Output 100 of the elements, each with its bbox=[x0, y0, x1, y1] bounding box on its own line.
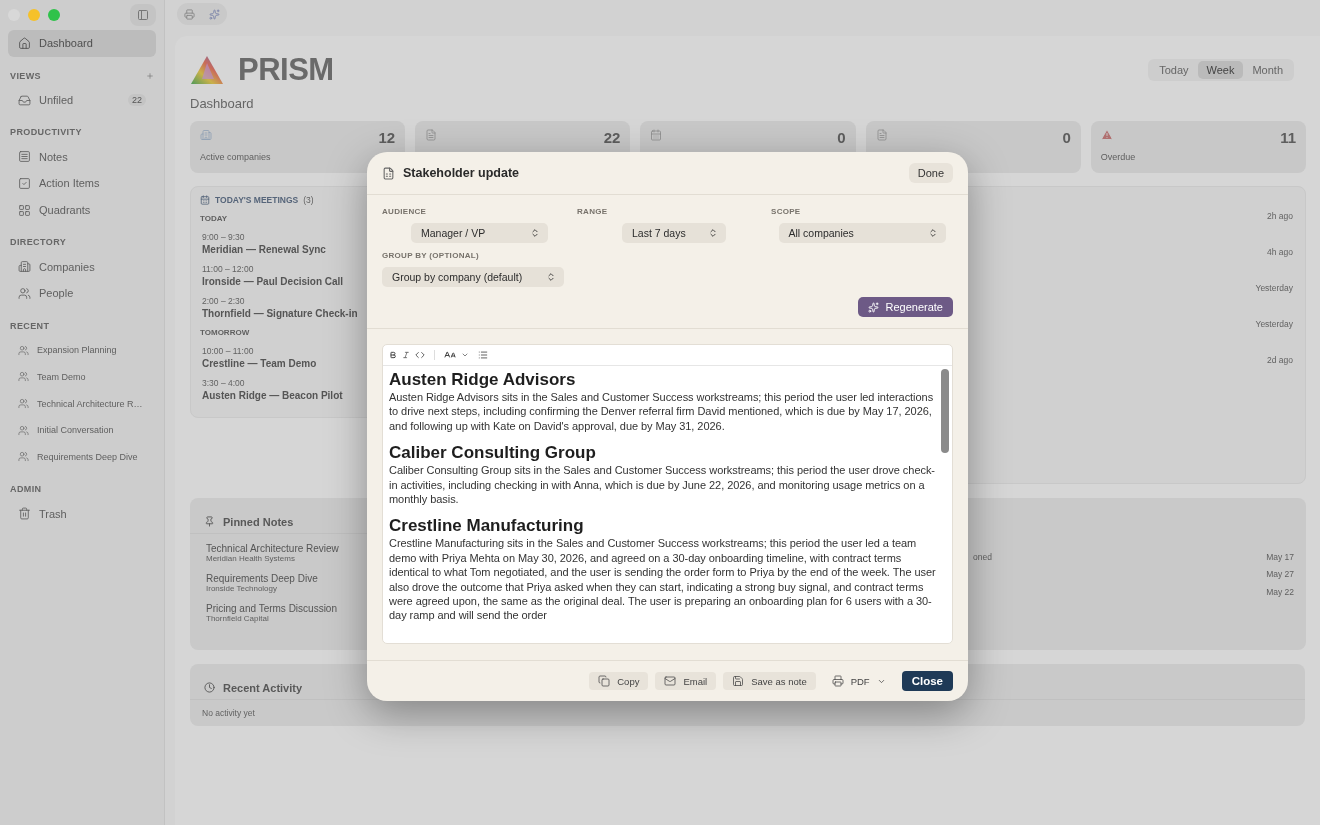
done-button[interactable]: Done bbox=[908, 163, 953, 183]
card-title: TODAY'S MEETINGS bbox=[215, 195, 299, 205]
people-icon bbox=[18, 451, 29, 463]
field-label: AUDIENCE bbox=[382, 207, 427, 216]
sidebar-item[interactable]: Action Items bbox=[8, 170, 156, 197]
action-button[interactable]: Copy bbox=[589, 672, 649, 690]
italic-icon[interactable] bbox=[402, 351, 410, 359]
activity-time: 2h ago bbox=[1267, 211, 1293, 221]
meeting-title[interactable]: Meridian — Renewal Sync bbox=[202, 244, 326, 255]
section-heading: VIEWS bbox=[10, 70, 41, 81]
document-icon bbox=[425, 129, 438, 141]
dropdown-select[interactable]: All companies bbox=[778, 223, 946, 243]
printer-icon[interactable] bbox=[184, 8, 195, 20]
dropdown-select[interactable]: Group by company (default) bbox=[382, 267, 564, 287]
sidebar-item[interactable]: Expansion Planning bbox=[8, 336, 156, 364]
sidebar-item[interactable]: Trash bbox=[8, 500, 156, 527]
code-icon[interactable] bbox=[415, 350, 425, 360]
activity-time: Yesterday bbox=[1255, 319, 1293, 329]
meeting-time: 9:00 – 9:30 bbox=[202, 232, 245, 242]
list-icon[interactable] bbox=[478, 350, 488, 360]
zoom-window-button[interactable] bbox=[48, 9, 60, 21]
checkbox-icon bbox=[18, 176, 31, 190]
due-date: May 22 bbox=[1266, 586, 1294, 597]
report-editor[interactable] bbox=[382, 344, 953, 644]
warning-icon bbox=[1100, 129, 1113, 141]
sidebar-item[interactable]: Unfiled 22 bbox=[8, 86, 156, 114]
clock-icon bbox=[204, 682, 215, 693]
building-icon bbox=[200, 129, 212, 141]
meeting-title[interactable]: Ironside — Paul Decision Call bbox=[202, 276, 344, 287]
upcoming-label: oned bbox=[973, 551, 992, 562]
meeting-time: 2:00 – 2:30 bbox=[202, 296, 245, 306]
meeting-time: 10:00 – 11:00 bbox=[202, 346, 254, 356]
sidebar-item[interactable]: Initial Conversation bbox=[8, 416, 156, 444]
stat-value: 12 bbox=[378, 129, 396, 148]
dialog-title: Stakeholder update bbox=[403, 166, 519, 180]
bold-icon[interactable] bbox=[389, 351, 397, 359]
save-icon bbox=[732, 675, 745, 687]
stat-value: 22 bbox=[603, 129, 621, 148]
note-company: Meridian Health Systems bbox=[206, 554, 295, 563]
note-title[interactable]: Pricing and Terms Discussion bbox=[206, 603, 337, 614]
sparkle-icon[interactable] bbox=[209, 8, 220, 20]
sidebar-item[interactable]: Quadrants bbox=[8, 196, 156, 224]
period-tab[interactable]: Today bbox=[1150, 61, 1198, 79]
sidebar-item[interactable]: Notes bbox=[8, 143, 156, 171]
dropdown-select[interactable]: Last 7 days bbox=[622, 223, 726, 243]
meeting-title[interactable]: Austen Ridge — Beacon Pilot bbox=[202, 390, 343, 401]
sidebar-item[interactable]: Dashboard bbox=[8, 30, 156, 57]
stat-label: Overdue bbox=[1100, 151, 1136, 164]
summary-paragraph: Austen Ridge Advisors sits in the Sales and Customer Success workstreams; this period the user led interactions to drive next steps, including confirming the Denver referral firm David mentioned, which is due by May 17, 2026, and following up with Kate on David's approval, due by May 31, 2026. bbox=[389, 390, 935, 434]
prism-logo bbox=[190, 55, 224, 85]
field-label: GROUP BY (OPTIONAL) bbox=[382, 251, 479, 260]
scrollbar-thumb[interactable] bbox=[941, 369, 949, 453]
printer-icon bbox=[831, 675, 844, 687]
home-icon bbox=[18, 36, 31, 50]
company-heading: Austen Ridge Advisors bbox=[389, 369, 577, 390]
meeting-title[interactable]: Crestline — Team Demo bbox=[202, 358, 317, 369]
company-heading: Crestline Manufacturing bbox=[389, 515, 585, 537]
period-tab[interactable]: Week bbox=[1197, 61, 1244, 79]
inbox-icon bbox=[18, 93, 31, 107]
empty-message: No activity yet bbox=[201, 707, 256, 720]
grid-icon bbox=[18, 203, 31, 217]
action-button[interactable]: Save as note bbox=[723, 672, 816, 690]
meeting-count: (3) bbox=[303, 195, 314, 205]
sidebar-item[interactable]: Technical Architecture R… bbox=[8, 390, 156, 417]
note-title[interactable]: Technical Architecture Review bbox=[206, 543, 339, 554]
add-icon[interactable] bbox=[146, 71, 154, 80]
dropdown-select[interactable]: Manager / VP bbox=[411, 223, 548, 243]
stat-value: 0 bbox=[1062, 129, 1071, 148]
sidebar-toggle-button[interactable] bbox=[130, 4, 156, 26]
people-icon bbox=[18, 371, 29, 383]
panel-title: Pinned Notes bbox=[223, 515, 294, 528]
day-label: TODAY bbox=[200, 214, 228, 223]
sidebar-item[interactable]: People bbox=[8, 280, 156, 307]
period-tab[interactable]: Month bbox=[1243, 61, 1292, 79]
notes-icon bbox=[18, 150, 31, 164]
meeting-title[interactable]: Thornfield — Signature Check-in bbox=[202, 308, 358, 319]
caret-icon[interactable] bbox=[461, 351, 469, 359]
meeting-time: 11:00 – 12:00 bbox=[202, 264, 254, 274]
sidebar-item[interactable]: Team Demo bbox=[8, 363, 156, 391]
field-label: RANGE bbox=[577, 207, 608, 216]
close-button[interactable]: Close bbox=[901, 671, 953, 691]
meeting-time: 3:30 – 4:00 bbox=[202, 378, 245, 388]
mail-icon bbox=[664, 675, 677, 687]
regenerate-button[interactable]: Regenerate bbox=[857, 297, 953, 317]
copy-icon bbox=[598, 675, 611, 687]
sidebar-item[interactable]: Requirements Deep Dive bbox=[8, 443, 156, 471]
note-company: Thornfield Capital bbox=[206, 614, 269, 623]
section-heading: PRODUCTIVITY bbox=[10, 127, 82, 138]
stat-label: Active companies bbox=[200, 151, 271, 164]
font-size-icon[interactable] bbox=[444, 349, 456, 361]
action-button[interactable]: Email bbox=[655, 672, 717, 690]
action-button[interactable]: PDF bbox=[822, 672, 895, 690]
day-label: TOMORROW bbox=[200, 328, 250, 337]
people-icon bbox=[18, 286, 31, 300]
sidebar-item[interactable]: Companies bbox=[8, 253, 156, 281]
company-heading: Caliber Consulting Group bbox=[389, 442, 597, 464]
calendar-icon bbox=[200, 195, 210, 205]
note-title[interactable]: Requirements Deep Dive bbox=[206, 573, 318, 584]
app-name: PRISM bbox=[238, 52, 334, 88]
page-subtitle: Dashboard bbox=[190, 96, 255, 111]
